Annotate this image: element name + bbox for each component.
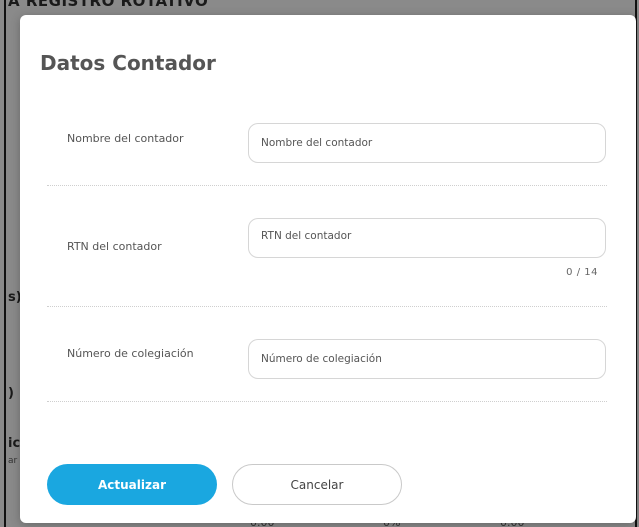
cancel-button[interactable]: Cancelar: [232, 464, 402, 505]
background-fragment: ): [8, 386, 14, 401]
background-heading: A REGISTRO ROTATIVO: [8, 0, 209, 10]
update-button[interactable]: Actualizar: [47, 464, 217, 505]
rtn-character-counter: 0 / 14: [566, 267, 598, 278]
accountant-data-modal: Datos Contador Nombre del contador RTN d…: [20, 15, 636, 523]
modal-title: Datos Contador: [40, 51, 216, 75]
divider: [47, 185, 607, 186]
registration-number-input[interactable]: [248, 339, 606, 379]
background-fragment: ar: [8, 456, 18, 466]
background-border-left: [4, 0, 6, 527]
accountant-name-input[interactable]: [248, 123, 606, 163]
divider: [47, 306, 607, 307]
accountant-name-label: Nombre del contador: [67, 132, 184, 145]
divider: [47, 401, 607, 402]
registration-number-label: Número de colegiación: [67, 347, 194, 360]
accountant-rtn-input[interactable]: [248, 218, 606, 258]
accountant-rtn-label: RTN del contador: [67, 240, 162, 253]
background-fragment: ic: [8, 436, 21, 451]
